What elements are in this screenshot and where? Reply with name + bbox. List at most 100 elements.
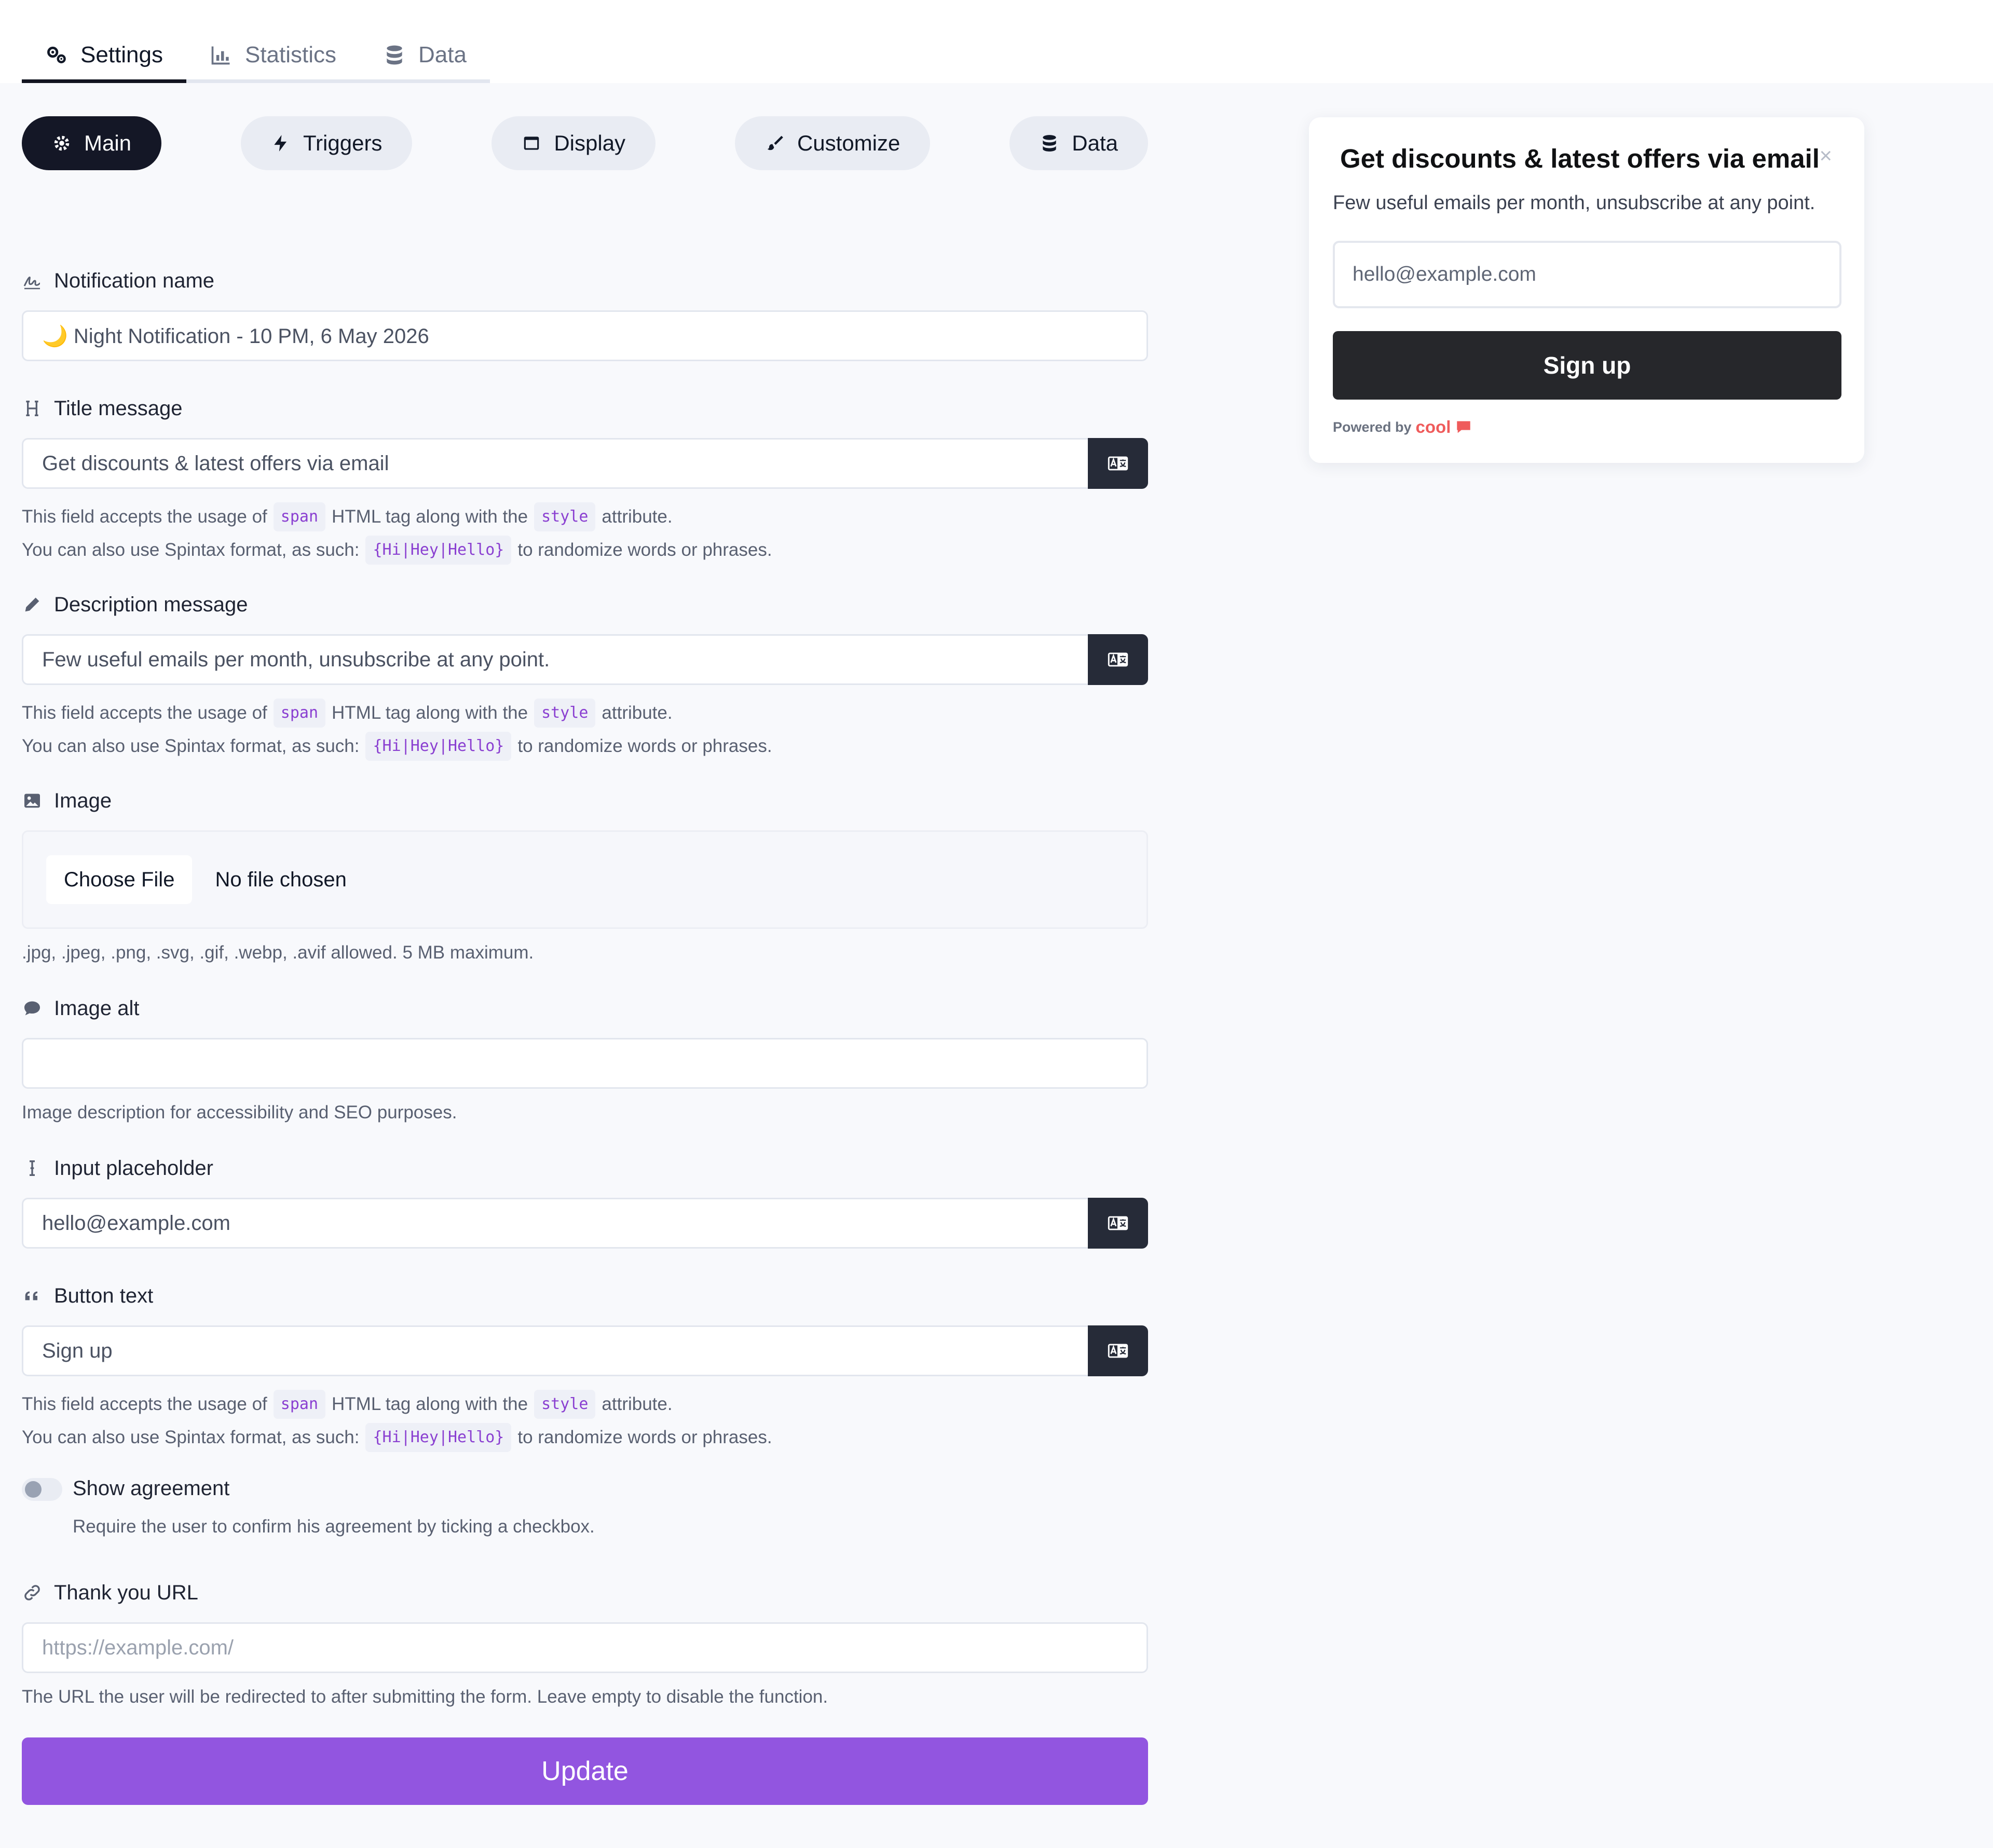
tab-settings[interactable]: Settings — [22, 30, 186, 83]
tab-data-label: Data — [418, 42, 467, 67]
image-alt-help: Image description for accessibility and … — [22, 1102, 457, 1123]
style-code: style — [534, 502, 596, 531]
thank-you-url-field: Thank you URL https://example.com/ The U… — [22, 1580, 1148, 1709]
database-icon — [387, 45, 402, 64]
pill-triggers-label: Triggers — [303, 131, 383, 155]
powered-by-text: Powered by — [1333, 419, 1412, 435]
pill-display-label: Display — [554, 131, 626, 155]
description-message-translate-button[interactable] — [1088, 634, 1148, 685]
text-cursor-icon — [30, 1160, 35, 1176]
spintax-code: {Hi|Hey|Hello} — [365, 536, 512, 565]
image-label: Image — [54, 789, 112, 812]
style-code: style — [534, 699, 596, 728]
spintax-text: You can also use Spintax format, as such… — [22, 736, 360, 756]
button-text-label: Button text — [54, 1284, 154, 1307]
pill-customize[interactable]: Customize — [734, 116, 931, 170]
preview-close-icon[interactable]: × — [1819, 143, 1832, 168]
spintax-code: {Hi|Hey|Hello} — [365, 1423, 512, 1452]
update-button[interactable]: Update — [22, 1737, 1148, 1805]
accepts-text: attribute. — [602, 703, 673, 723]
tab-data[interactable]: Data — [360, 30, 490, 83]
tab-statistics[interactable]: Statistics — [186, 30, 360, 83]
comment-icon — [24, 1001, 40, 1016]
preview-signup-button[interactable]: Sign up — [1333, 331, 1841, 400]
language-icon — [1108, 1216, 1128, 1230]
spintax-text: to randomize words or phrases. — [517, 736, 772, 756]
notification-name-value: 🌙 Night Notification - 10 PM, 6 May 2026 — [42, 324, 429, 348]
image-alt-field: Image alt Image description for accessib… — [22, 995, 1148, 1125]
preview-description: Few useful emails per month, unsubscribe… — [1333, 192, 1815, 214]
preview-title: Get discounts & latest offers via email — [1340, 144, 1820, 173]
brand-logo-text: cool — [1415, 417, 1451, 436]
accepts-text: This field accepts the usage of — [22, 507, 267, 527]
signature-icon — [23, 276, 40, 290]
accepts-text: attribute. — [602, 1394, 673, 1414]
button-text-input[interactable]: Sign up — [22, 1325, 1148, 1376]
input-placeholder-input[interactable]: hello@example.com — [22, 1198, 1148, 1249]
title-message-translate-button[interactable] — [1088, 438, 1148, 489]
title-message-input[interactable]: Get discounts & latest offers via email — [22, 438, 1148, 489]
show-agreement-toggle[interactable] — [22, 1478, 62, 1501]
span-code: span — [273, 699, 326, 728]
button-text-translate-button[interactable] — [1088, 1325, 1148, 1376]
language-icon — [1108, 1344, 1128, 1358]
thank-you-url-input[interactable]: https://example.com/ — [22, 1622, 1148, 1673]
pill-triggers[interactable]: Triggers — [240, 116, 413, 170]
description-message-help: This field accepts the usage of span HTM… — [22, 696, 1148, 763]
spintax-text: to randomize words or phrases. — [517, 540, 772, 560]
input-placeholder-label-row: Input placeholder — [22, 1155, 1148, 1181]
thank-you-url-label-row: Thank you URL — [22, 1580, 1148, 1606]
pill-customize-label: Customize — [797, 131, 900, 155]
accepts-text: attribute. — [602, 507, 673, 527]
title-message-value: Get discounts & latest offers via email — [42, 451, 389, 475]
pill-main[interactable]: Main — [22, 116, 162, 170]
description-message-value: Few useful emails per month, unsubscribe… — [42, 648, 550, 671]
image-field: Image Choose File No file chosen .jpg, .… — [22, 788, 1148, 965]
notification-name-label-row: Notification name — [22, 268, 1148, 294]
pill-display[interactable]: Display — [492, 116, 656, 170]
spintax-text: You can also use Spintax format, as such… — [22, 540, 360, 560]
spintax-text: to randomize words or phrases. — [517, 1427, 772, 1447]
quote-icon — [25, 1291, 37, 1301]
pill-data-label: Data — [1072, 131, 1118, 155]
image-icon — [24, 793, 40, 808]
span-code: span — [273, 1390, 326, 1419]
title-message-field: Title message Get discounts & latest off… — [22, 395, 1148, 567]
notification-name-label: Notification name — [54, 269, 215, 292]
link-icon — [24, 1585, 40, 1600]
title-message-label-row: Title message — [22, 395, 1148, 421]
choose-file-button[interactable]: Choose File — [46, 855, 193, 904]
button-text-help: This field accepts the usage of span HTM… — [22, 1388, 1148, 1454]
title-message-label: Title message — [54, 396, 183, 420]
tab-statistics-label: Statistics — [244, 42, 337, 67]
database-icon — [1043, 135, 1056, 152]
window-icon — [524, 136, 539, 150]
language-icon — [1108, 456, 1128, 471]
notification-name-input[interactable]: 🌙 Night Notification - 10 PM, 6 May 2026 — [22, 310, 1148, 361]
description-message-input[interactable]: Few useful emails per month, unsubscribe… — [22, 634, 1148, 685]
pill-data[interactable]: Data — [1009, 116, 1148, 170]
button-text-value: Sign up — [42, 1339, 113, 1362]
input-placeholder-field: Input placeholder hello@example.com — [22, 1155, 1148, 1249]
input-placeholder-translate-button[interactable] — [1088, 1198, 1148, 1249]
preview-input-placeholder: hello@example.com — [1353, 263, 1536, 285]
description-message-field: Description message Few useful emails pe… — [22, 592, 1148, 763]
thank-you-url-help: The URL the user will be redirected to a… — [22, 1687, 828, 1707]
chart-icon — [211, 46, 230, 64]
powered-by[interactable]: Powered by cool — [1333, 417, 1472, 437]
thank-you-url-placeholder: https://example.com/ — [42, 1636, 234, 1659]
button-text-field: Button text Sign up This field accepts t… — [22, 1283, 1148, 1454]
top-tabs: Settings Statistics Data — [22, 30, 490, 83]
heading-icon — [26, 401, 38, 416]
accepts-text: HTML tag along with the — [332, 507, 528, 527]
pill-main-label: Main — [84, 131, 132, 155]
description-message-label-row: Description message — [22, 592, 1148, 618]
spintax-code: {Hi|Hey|Hello} — [365, 732, 512, 761]
span-code: span — [273, 502, 326, 531]
style-code: style — [534, 1390, 596, 1419]
image-alt-input[interactable] — [22, 1038, 1148, 1089]
preview-email-input[interactable]: hello@example.com — [1333, 241, 1841, 308]
chat-bubble-icon — [1457, 421, 1471, 433]
image-label-row: Image — [22, 788, 1148, 814]
title-message-help: This field accepts the usage of span HTM… — [22, 500, 1148, 567]
